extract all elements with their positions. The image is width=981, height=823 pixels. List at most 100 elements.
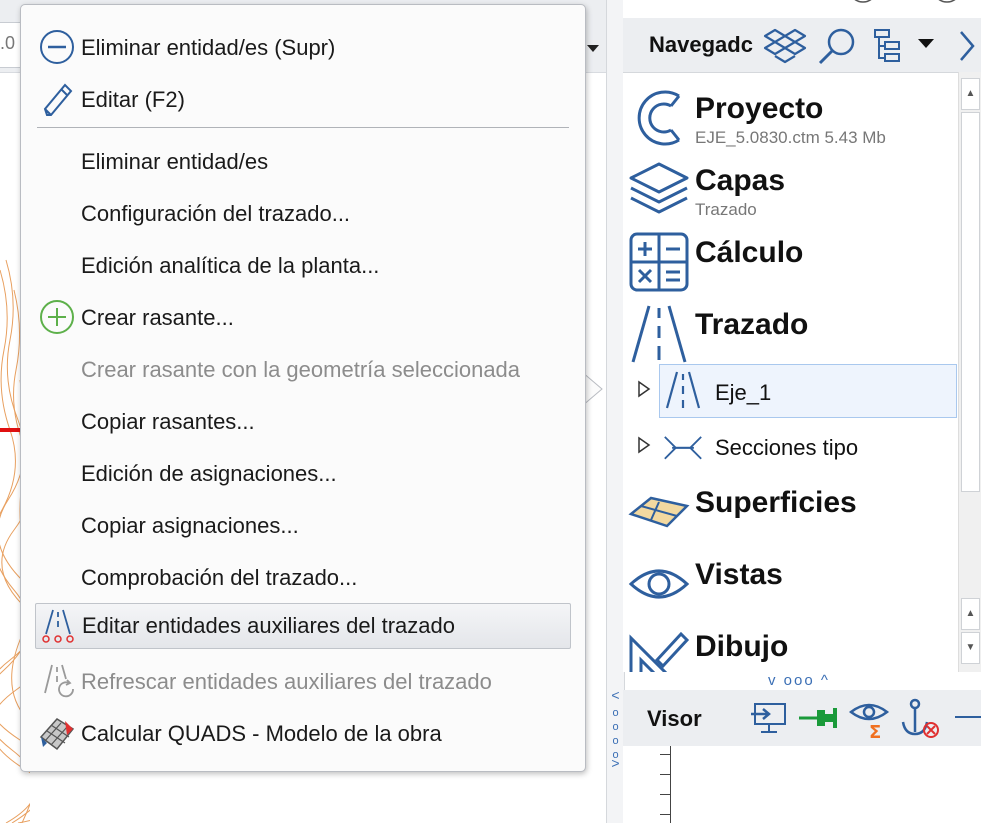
menu-item-label: Crear rasante... [81,305,234,330]
category-trazado[interactable]: Trazado [623,296,958,368]
navigator-title: Navegadc [649,32,753,57]
category-title: Trazado [695,308,809,341]
eye-sigma-icon[interactable]: Σ [849,696,891,740]
menu-item-check-route[interactable]: Comprobación del trazado... [35,555,571,599]
selection-highlight [659,364,957,418]
category-capas[interactable]: Capas Trazado [623,152,958,224]
road-icon [631,305,687,363]
scroll-up-button[interactable]: ▲ [961,78,980,110]
dropbox-icon[interactable] [763,24,807,68]
category-title: Dibujo [695,630,789,663]
menu-item-label: Configuración del trazado... [81,201,351,226]
surface-icon [628,496,690,528]
menu-item-calc-quads[interactable]: Calcular QUADS - Modelo de la obra [35,711,571,755]
pencil-icon [43,83,73,116]
visor-collapse-toggle[interactable]: v ooo ^ [768,672,858,690]
context-menu: Eliminar entidad/es (Supr) Editar (F2) E… [20,4,586,772]
navigator-header: Navegadc [623,18,981,73]
tree-view-icon[interactable] [871,24,911,64]
menu-item-create-profile-from-selection: Crear rasante con la geometría seleccion… [35,347,571,391]
expand-arrow-icon[interactable] [637,380,651,398]
visor-title: Visor [647,706,702,731]
road-small-icon [665,371,701,409]
calculator-icon [629,232,689,292]
menu-item-label: Edición de asignaciones... [81,461,337,486]
category-title: Superficies [695,486,857,519]
chevron-right-icon[interactable] [957,28,977,64]
menu-item-label: Eliminar entidad/es (Supr) [81,35,336,60]
chevron-down-icon[interactable] [917,34,935,52]
visor-header: Visor Σ [623,690,981,747]
navigator-scrollbar[interactable]: ▲ ▲ ▼ [958,72,981,672]
menu-item-label: Edición analítica de la planta... [81,253,380,278]
menu-item-create-profile[interactable]: Crear rasante... [35,295,571,339]
splitter-dots-icon: oooo [612,707,619,761]
menu-item-delete-entities-supr[interactable]: Eliminar entidad/es (Supr) [35,25,571,69]
category-subtitle: EJE_5.0830.ctm 5.43 Mb [695,128,886,147]
menu-item-edit-assignments[interactable]: Edición de asignaciones... [35,451,571,495]
menu-item-copy-profiles[interactable]: Copiar rasantes... [35,399,571,443]
anchor-delete-icon[interactable] [897,698,941,740]
visor-panel [623,746,981,823]
scroll-down-button[interactable]: ▼ [961,632,980,664]
menu-item-label: Copiar asignaciones... [81,513,299,538]
project-c-icon [637,90,681,146]
minus-partial-icon[interactable] [953,714,981,720]
expand-left-icon[interactable]: < [607,688,624,702]
navigator-list: Proyecto EJE_5.0830.ctm 5.43 Mb Capas Tr… [623,72,958,672]
menu-item-delete-entities[interactable]: Eliminar entidad/es [35,139,571,183]
category-title: Cálculo [695,236,804,269]
search-icon[interactable] [815,24,859,68]
category-title: Vistas [695,558,783,591]
menu-item-label: Eliminar entidad/es [81,149,269,174]
scroll-thumb[interactable] [961,112,980,492]
menu-item-label: Calcular QUADS - Modelo de la obra [81,721,442,746]
road-refresh-icon [44,664,74,698]
visor-ruler [660,746,671,823]
drawing-icon [629,631,690,672]
svg-text:Σ: Σ [869,722,881,740]
menu-separator [37,127,569,128]
scroll-up-button-lower[interactable]: ▲ [961,598,980,630]
expand-arrow-icon[interactable] [637,436,651,454]
category-proyecto[interactable]: Proyecto EJE_5.0830.ctm 5.43 Mb [623,80,958,152]
screen-import-icon[interactable] [749,700,789,736]
menu-item-route-config[interactable]: Configuración del trazado... [35,191,571,235]
minus-circle-icon [40,30,74,64]
category-title: Proyecto [695,92,824,125]
category-dibujo[interactable]: Dibujo [623,618,958,672]
tree-item-eje-1[interactable]: Eje_1 [623,364,958,418]
chevron-down-icon[interactable] [586,38,600,58]
tree-item-label: Secciones tipo [715,435,859,460]
category-subtitle: Trazado [695,200,757,219]
coordinate-field-text: .0 [0,33,16,53]
eye-icon [628,569,690,599]
category-calculo[interactable]: Cálculo [623,224,958,296]
category-title: Capas [695,164,786,197]
menu-item-label: Editar entidades auxiliares del trazado [82,613,456,638]
menu-item-label: Crear rasante con la geometría seleccion… [81,357,521,382]
layers-icon [629,162,689,214]
menu-item-edit-f2[interactable]: Editar (F2) [35,77,571,121]
cross-section-icon [664,436,702,460]
expand-right-icon[interactable]: > [607,756,624,770]
pin-icon[interactable] [797,704,839,732]
menu-item-label: Copiar rasantes... [81,409,255,434]
menu-item-label: Comprobación del trazado... [81,565,358,590]
menu-item-edit-aux-entities[interactable]: Editar entidades auxiliares del trazado [35,603,571,649]
tree-item-secciones-tipo[interactable]: Secciones tipo [623,420,958,472]
navigator-panel: Navegadc Proyecto EJE_5.0830.ctm 5.43 Mb… [623,0,981,672]
road-aux-icon [42,609,74,643]
menu-item-label: Refrescar entidades auxiliares del traza… [81,669,492,694]
tree-item-label: Eje_1 [715,380,772,405]
category-superficies[interactable]: Superficies [623,474,958,546]
coordinate-field[interactable]: .0 [0,22,21,68]
quads-icon [39,718,75,751]
plus-circle-icon [40,300,74,334]
menu-item-refresh-aux-entities: Refrescar entidades auxiliares del traza… [35,659,571,703]
menu-item-copy-assignments[interactable]: Copiar asignaciones... [35,503,571,547]
top-partial-icons [854,0,956,3]
menu-item-analytic-edit-plan[interactable]: Edición analítica de la planta... [35,243,571,287]
category-vistas[interactable]: Vistas [623,546,958,618]
menu-item-label: Editar (F2) [81,87,185,112]
